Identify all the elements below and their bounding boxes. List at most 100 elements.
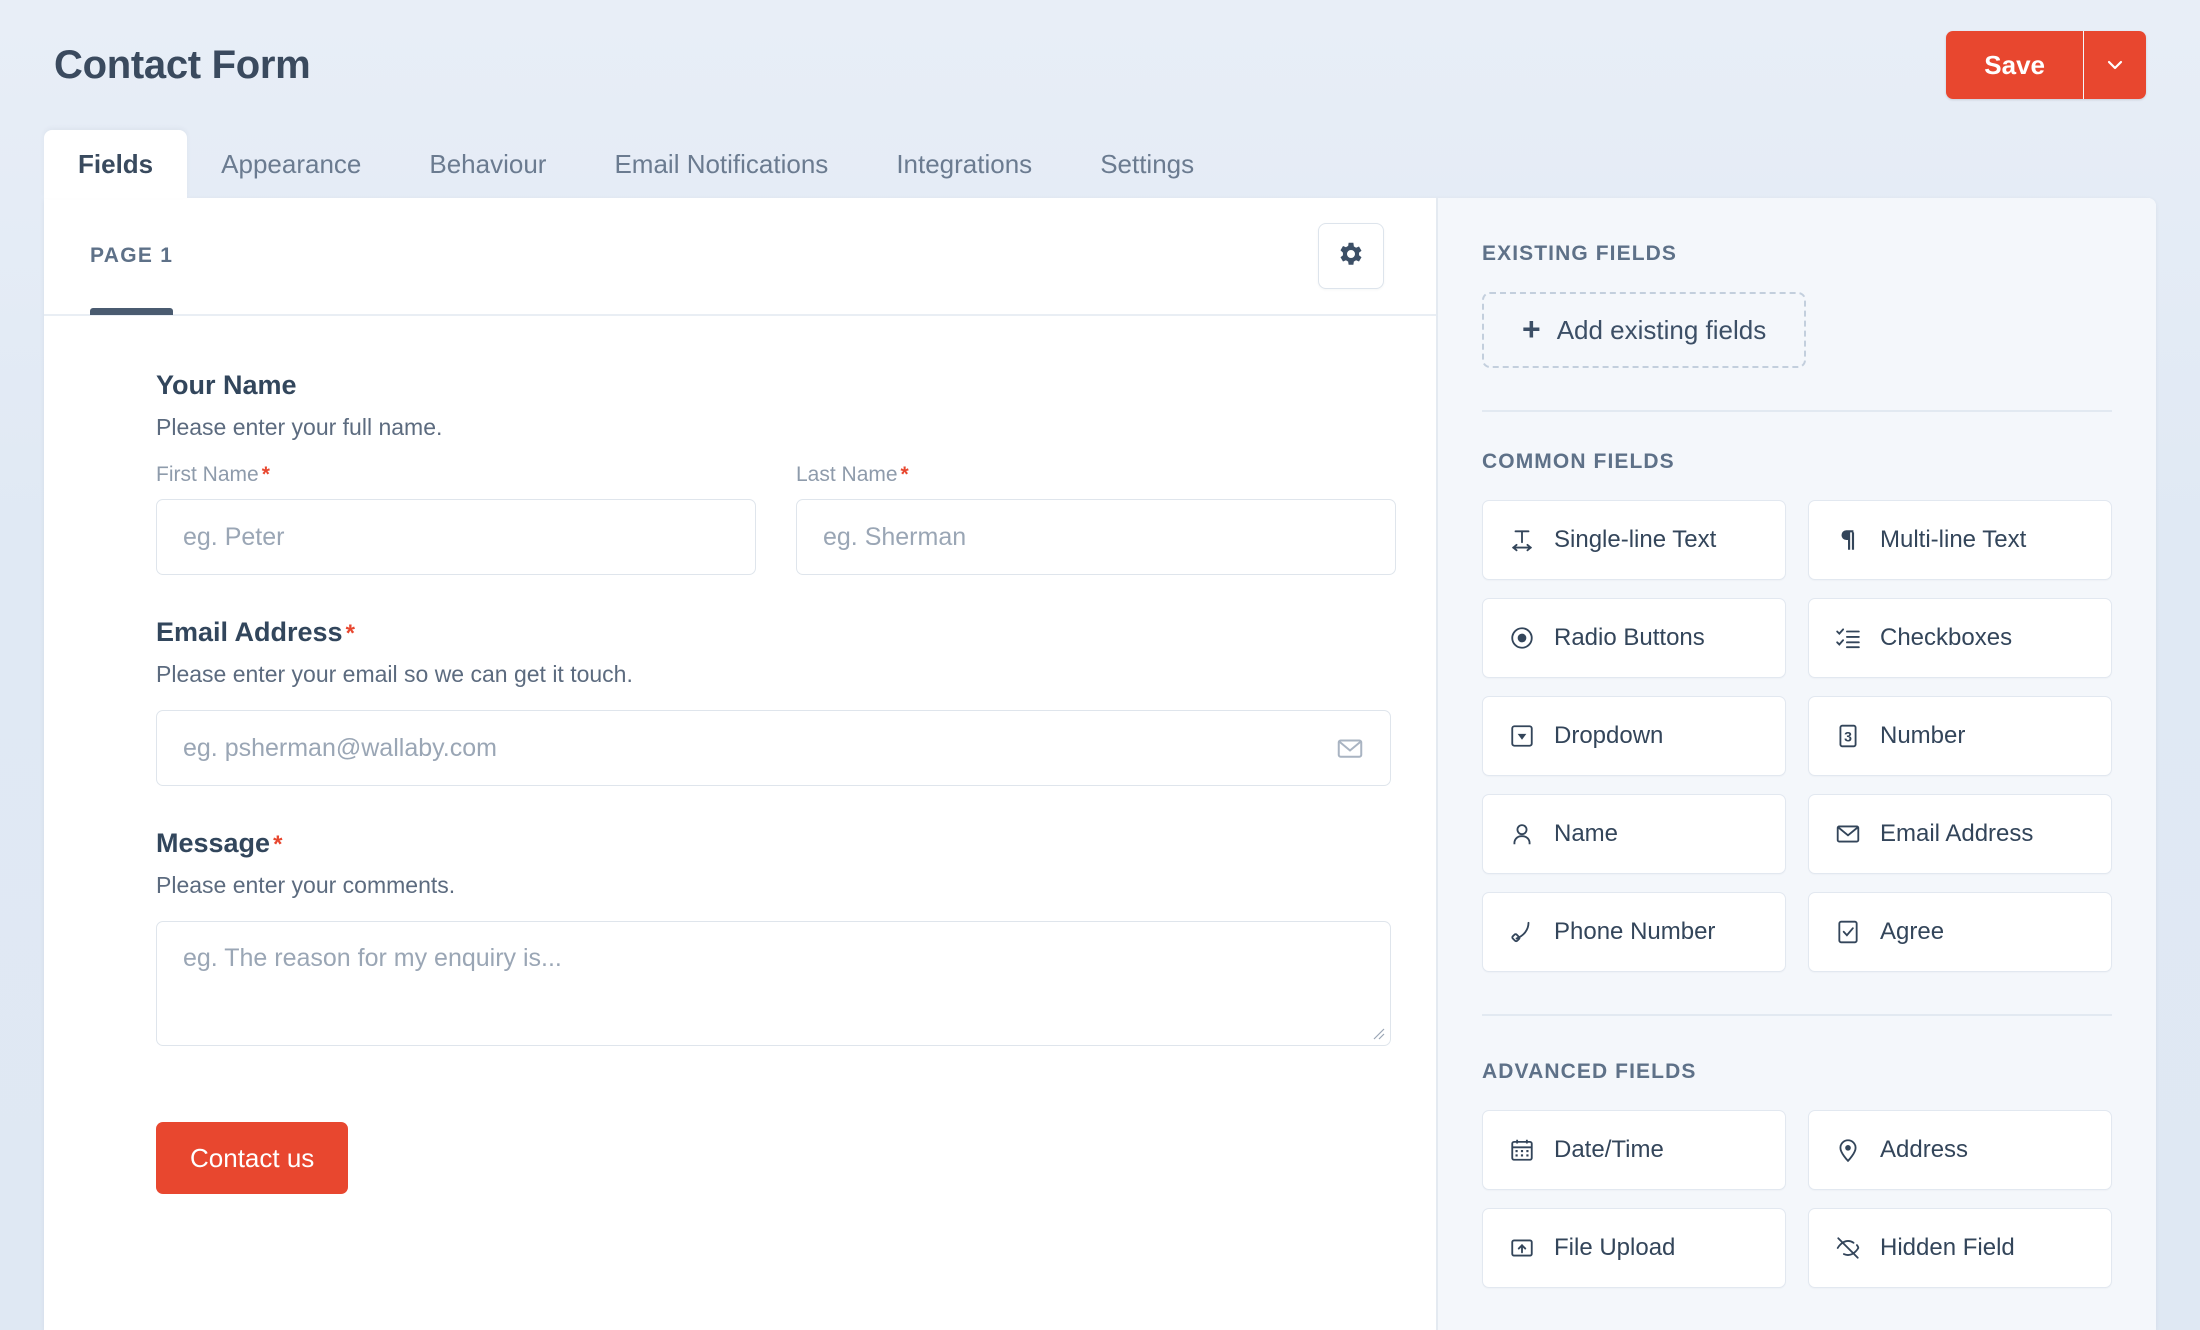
palette-item-hidden-field[interactable]: Hidden Field xyxy=(1808,1208,2112,1288)
number-box-icon: 3 xyxy=(1833,721,1863,751)
first-name-label: First Name* xyxy=(156,463,756,487)
palette-item-name[interactable]: Name xyxy=(1482,794,1786,874)
field-message-title: Message* xyxy=(156,828,1380,859)
palette-item-label: Checkboxes xyxy=(1880,624,2012,652)
field-message[interactable]: Message* Please enter your comments. xyxy=(156,828,1380,1046)
palette-item-checkboxes[interactable]: Checkboxes xyxy=(1808,598,2112,678)
radio-button-icon xyxy=(1507,623,1537,653)
svg-text:3: 3 xyxy=(1844,728,1852,744)
page-settings-button[interactable] xyxy=(1318,223,1384,289)
email-input-wrapper xyxy=(156,710,1391,786)
tab-integrations[interactable]: Integrations xyxy=(862,130,1066,198)
name-input-row: First Name* Last Name* xyxy=(156,463,1380,575)
palette-item-label: Name xyxy=(1554,820,1618,848)
page-strip: PAGE 1 xyxy=(44,198,1436,316)
builder-card: PAGE 1 Your Name Please enter your full … xyxy=(44,198,2156,1330)
advanced-fields-heading: ADVANCED FIELDS xyxy=(1482,1060,2112,1084)
field-message-help: Please enter your comments. xyxy=(156,872,1380,899)
palette-item-radio-buttons[interactable]: Radio Buttons xyxy=(1482,598,1786,678)
email-input[interactable] xyxy=(156,710,1391,786)
palette-item-dropdown[interactable]: Dropdown xyxy=(1482,696,1786,776)
tab-fields[interactable]: Fields xyxy=(44,130,187,198)
save-dropdown-button[interactable] xyxy=(2084,31,2146,99)
required-marker: * xyxy=(901,463,909,486)
plus-icon: + xyxy=(1522,313,1541,345)
existing-fields-heading: EXISTING FIELDS xyxy=(1482,242,2112,266)
tab-behaviour[interactable]: Behaviour xyxy=(395,130,580,198)
field-your-name-title: Your Name xyxy=(156,370,1380,401)
gear-icon xyxy=(1336,239,1366,274)
palette-item-address[interactable]: Address xyxy=(1808,1110,2112,1190)
last-name-input[interactable] xyxy=(796,499,1396,575)
tab-settings[interactable]: Settings xyxy=(1066,130,1228,198)
add-existing-fields-button[interactable]: + Add existing fields xyxy=(1482,292,1806,368)
field-email-help: Please enter your email so we can get it… xyxy=(156,661,1380,688)
field-email-address[interactable]: Email Address* Please enter your email s… xyxy=(156,617,1380,786)
checklist-icon xyxy=(1833,623,1863,653)
file-upload-icon xyxy=(1507,1233,1537,1263)
palette-divider-advanced xyxy=(1482,1014,2112,1016)
checkbox-checked-icon xyxy=(1833,917,1863,947)
palette-item-agree[interactable]: Agree xyxy=(1808,892,2112,972)
palette-item-label: Address xyxy=(1880,1136,1968,1164)
palette-item-label: File Upload xyxy=(1554,1234,1675,1262)
contact-us-submit-button[interactable]: Contact us xyxy=(156,1122,348,1194)
person-icon xyxy=(1507,819,1537,849)
palette-item-multi-line-text[interactable]: Multi-line Text xyxy=(1808,500,2112,580)
top-bar: Contact Form Save xyxy=(0,0,2200,130)
palette-item-date-time[interactable]: Date/Time xyxy=(1482,1110,1786,1190)
chevron-down-icon xyxy=(2103,53,2127,77)
form-canvas: PAGE 1 Your Name Please enter your full … xyxy=(44,198,1436,1330)
field-your-name-help: Please enter your full name. xyxy=(156,414,1380,441)
form-preview: Your Name Please enter your full name. F… xyxy=(44,316,1436,1194)
field-email-title: Email Address* xyxy=(156,617,1380,648)
form-builder-app: Contact Form Save Fields Appearance Beha… xyxy=(0,0,2200,1330)
palette-item-single-line-text[interactable]: Single-line Text xyxy=(1482,500,1786,580)
palette-item-label: Phone Number xyxy=(1554,918,1715,946)
page-title: Contact Form xyxy=(54,43,310,88)
field-palette: EXISTING FIELDS + Add existing fields CO… xyxy=(1436,198,2156,1330)
palette-item-number[interactable]: 3 Number xyxy=(1808,696,2112,776)
palette-item-label: Email Address xyxy=(1880,820,2033,848)
tab-appearance[interactable]: Appearance xyxy=(187,130,395,198)
field-your-name[interactable]: Your Name Please enter your full name. F… xyxy=(156,370,1380,575)
palette-item-label: Radio Buttons xyxy=(1554,624,1705,652)
palette-item-label: Agree xyxy=(1880,918,1944,946)
palette-item-label: Hidden Field xyxy=(1880,1234,2015,1262)
palette-item-file-upload[interactable]: File Upload xyxy=(1482,1208,1786,1288)
palette-item-phone-number[interactable]: Phone Number xyxy=(1482,892,1786,972)
required-marker: * xyxy=(273,831,282,858)
palette-item-label: Dropdown xyxy=(1554,722,1663,750)
calendar-icon xyxy=(1507,1135,1537,1165)
save-button[interactable]: Save xyxy=(1946,31,2083,99)
common-fields-heading: COMMON FIELDS xyxy=(1482,450,2112,474)
envelope-icon xyxy=(1833,819,1863,849)
last-name-column: Last Name* xyxy=(796,463,1396,575)
hidden-field-icon xyxy=(1833,1233,1863,1263)
palette-item-email-address[interactable]: Email Address xyxy=(1808,794,2112,874)
palette-divider xyxy=(1482,410,2112,412)
palette-item-label: Date/Time xyxy=(1554,1136,1664,1164)
message-textarea-wrapper xyxy=(156,921,1391,1046)
first-name-input[interactable] xyxy=(156,499,756,575)
required-marker: * xyxy=(346,620,355,647)
tab-bar: Fields Appearance Behaviour Email Notifi… xyxy=(0,130,2200,198)
last-name-label: Last Name* xyxy=(796,463,1396,487)
single-line-text-icon xyxy=(1507,525,1537,555)
message-textarea[interactable] xyxy=(156,921,1391,1046)
first-name-column: First Name* xyxy=(156,463,756,575)
dropdown-icon xyxy=(1507,721,1537,751)
tab-email-notifications[interactable]: Email Notifications xyxy=(580,130,862,198)
common-fields-grid: Single-line Text Multi-line Text Radio B… xyxy=(1482,500,2112,972)
advanced-fields-grid: Date/Time Address File Upload xyxy=(1482,1110,2112,1288)
palette-item-label: Single-line Text xyxy=(1554,526,1716,554)
page-tab-1[interactable]: PAGE 1 xyxy=(90,198,173,315)
map-pin-icon xyxy=(1833,1135,1863,1165)
palette-item-label: Multi-line Text xyxy=(1880,526,2026,554)
add-existing-fields-label: Add existing fields xyxy=(1557,315,1767,346)
save-button-group: Save xyxy=(1946,31,2146,99)
phone-icon xyxy=(1507,917,1537,947)
required-marker: * xyxy=(262,463,270,486)
pilcrow-icon xyxy=(1833,525,1863,555)
palette-item-label: Number xyxy=(1880,722,1965,750)
